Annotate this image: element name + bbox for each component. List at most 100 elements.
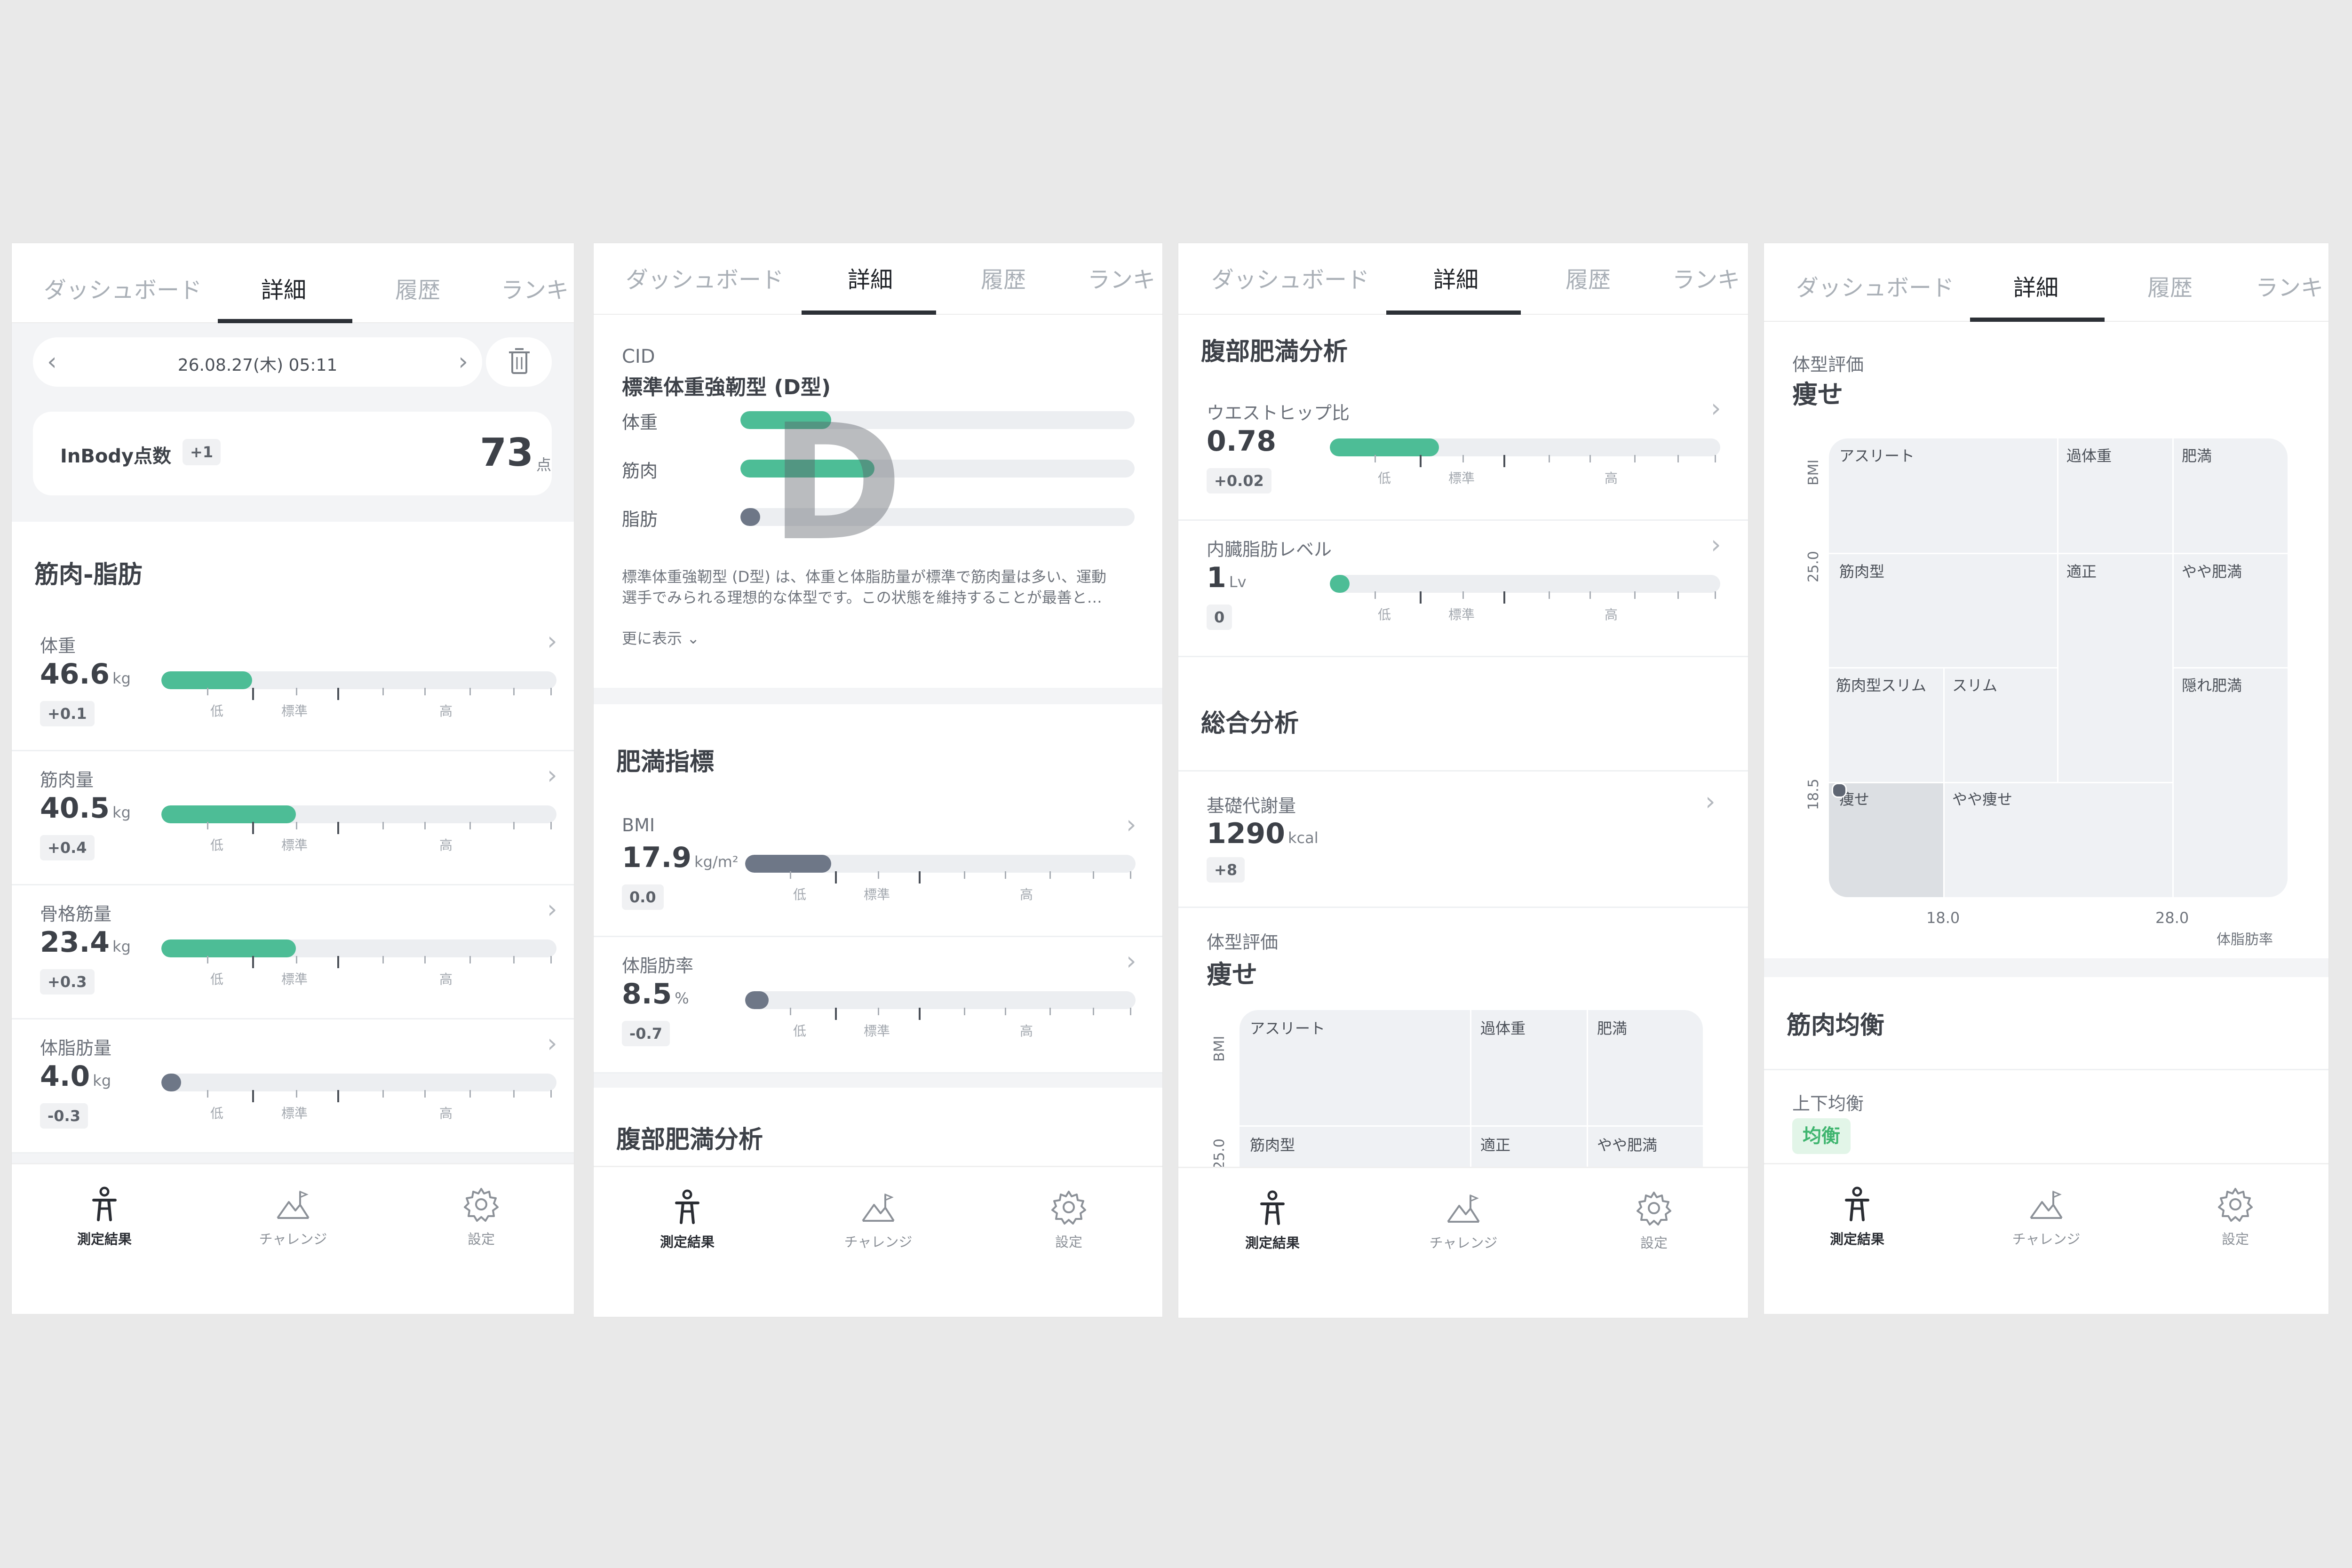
bar-tick: [1677, 591, 1679, 599]
bar-label-high: 高: [439, 703, 453, 719]
bar-tick: [1503, 455, 1505, 467]
chevron-right-icon[interactable]: ›: [547, 763, 557, 788]
cell-normal: 適正: [2066, 563, 2097, 581]
overall-section: 総合分析 基礎代謝量 › 1290 kcal +8 体型評価 痩せ アスリート 過…: [1178, 671, 1748, 1198]
show-more-link[interactable]: 更に表示 ⌄: [622, 627, 699, 648]
chevron-right-icon[interactable]: ›: [547, 629, 557, 654]
bar-tick: [1462, 591, 1464, 599]
bar-tick: [1589, 591, 1591, 599]
bar-tick: [1634, 591, 1636, 599]
bottom-nav-item-0[interactable]: 測定結果: [1787, 1183, 1928, 1248]
bottom-nav-item-0[interactable]: 測定結果: [1202, 1187, 1343, 1252]
bar-tick: [1130, 871, 1131, 879]
bottom-nav-item-2[interactable]: 設定: [998, 1186, 1139, 1251]
divider: [1178, 770, 1748, 772]
cid-label: CID: [622, 346, 655, 367]
metric-bar-fill: [161, 939, 296, 957]
tab-dashboard[interactable]: ダッシュボード: [44, 271, 202, 304]
bar-tick: [382, 1090, 384, 1098]
bar-tick: [337, 822, 339, 834]
bottom-nav-item-2[interactable]: 設定: [2165, 1183, 2306, 1248]
bar-tick: [878, 871, 879, 879]
chevron-right-icon[interactable]: ›: [1711, 532, 1721, 557]
bottom-nav-item-0[interactable]: 測定結果: [617, 1186, 758, 1251]
screen-detail-cid: CID 標準体重強靭型 (D型) 体重 筋肉 脂肪 D 標準体重強靭型 (D型) は…: [594, 243, 1162, 1317]
metric-bar-track: [1330, 575, 1720, 593]
bar-tick: [252, 1090, 254, 1102]
bar-tick: [1130, 1008, 1131, 1015]
tab-history[interactable]: 履歴: [981, 261, 1026, 294]
tab-dashboard[interactable]: ダッシュボード: [626, 261, 784, 294]
bottom-nav-label: 測定結果: [1829, 1231, 1884, 1247]
tab-ranking[interactable]: ランキ: [501, 271, 569, 304]
bar-label-low: 低: [793, 887, 807, 902]
metric-number: 4.0: [40, 1060, 90, 1093]
chevron-right-icon[interactable]: ›: [547, 1031, 557, 1056]
metric-row[interactable]: 筋肉量 › 40.5 kg +0.4 低 標準 高: [12, 751, 574, 885]
cell-muscular: 筋肉型: [1250, 1136, 1295, 1154]
bottom-nav-item-0[interactable]: 測定結果: [34, 1183, 175, 1248]
bar-label-std: 標準: [281, 703, 308, 719]
metric-row[interactable]: 体脂肪量 › 4.0 kg -0.3 低 標準 高: [12, 1019, 574, 1154]
bar-label-low: 低: [793, 1023, 807, 1039]
bar-tick: [550, 688, 552, 695]
tab-detail[interactable]: 詳細: [261, 271, 306, 304]
bottom-nav-item-1[interactable]: チャレンジ: [222, 1183, 364, 1248]
cell-slightly-obese: やや肥満: [1597, 1136, 1658, 1154]
chevron-right-icon[interactable]: ›: [1126, 812, 1136, 837]
inbody-score-card[interactable]: InBody点数 +1 73 点: [33, 412, 552, 495]
tab-dashboard[interactable]: ダッシュボード: [1211, 261, 1369, 294]
next-date-button[interactable]: ›: [458, 348, 468, 376]
metric-row[interactable]: 体重 › 46.6 kg +0.1 低 標準 高: [12, 617, 574, 751]
screen-detail-muscle-fat: ダッシュボード 詳細 履歴 ランキ ‹ 26.08.27(木) 05:11 › …: [12, 243, 574, 1314]
muscle-balance-section: 筋肉均衡 上下均衡 均衡: [1764, 977, 2328, 1165]
cell-athlete: アスリート: [1839, 447, 1915, 465]
tab-detail[interactable]: 詳細: [848, 261, 893, 294]
delete-button[interactable]: [486, 337, 552, 387]
metric-row[interactable]: 内臓脂肪レベル › 1 Lv 0 低 標準 高: [1178, 521, 1748, 657]
gear-icon: [1051, 1191, 1086, 1225]
bottom-nav-item-2[interactable]: 設定: [411, 1183, 552, 1248]
tab-ranking[interactable]: ランキ: [2256, 269, 2323, 302]
bar-tick: [1049, 871, 1051, 879]
measurement-date: 26.08.27(木) 05:11: [177, 356, 338, 375]
cell-obese: 肥満: [1597, 1019, 1628, 1037]
bottom-nav-item-2[interactable]: 設定: [1583, 1187, 1724, 1252]
bar-tick: [1589, 455, 1591, 462]
tab-history[interactable]: 履歴: [2147, 269, 2193, 302]
chevron-right-icon[interactable]: ›: [547, 897, 557, 922]
active-tab-indicator: [218, 319, 352, 323]
bar-tick: [296, 822, 297, 829]
divider: [1178, 656, 1748, 657]
bar-tick: [337, 1090, 339, 1102]
tab-detail[interactable]: 詳細: [2013, 269, 2058, 302]
tab-ranking[interactable]: ランキ: [1672, 261, 1740, 294]
metric-row[interactable]: ウエストヒップ比 › 0.78 +0.02 低 標準 高: [1178, 384, 1748, 521]
metric-row[interactable]: BMI › 17.9 kg/m² 0.0 低 標準 高: [594, 801, 1162, 937]
bottom-nav-item-1[interactable]: チャレンジ: [1393, 1187, 1534, 1252]
metric-row[interactable]: 骨格筋量 › 23.4 kg +0.3 低 標準 高: [12, 885, 574, 1019]
tab-history[interactable]: 履歴: [1565, 261, 1611, 294]
divider: [1178, 907, 1748, 908]
metric-row[interactable]: 体脂肪率 › 8.5% -0.7 低 標準 高: [594, 937, 1162, 1074]
bar-tick: [207, 956, 208, 963]
metric-delta: -0.3: [40, 1103, 88, 1129]
cell-obese: 肥満: [2182, 447, 2212, 465]
bottom-nav-item-1[interactable]: チャレンジ: [1976, 1183, 2117, 1248]
metric-bar-fill: [161, 671, 252, 689]
chevron-right-icon[interactable]: ›: [1126, 948, 1136, 974]
bar-tick: [382, 822, 384, 829]
bar-tick: [296, 688, 297, 695]
tab-dashboard[interactable]: ダッシュボード: [1796, 269, 1954, 302]
chevron-right-icon[interactable]: ›: [1705, 789, 1716, 814]
bar-tick: [469, 688, 471, 695]
chevron-right-icon[interactable]: ›: [1711, 396, 1721, 421]
bottom-nav-item-1[interactable]: チャレンジ: [808, 1186, 949, 1251]
tab-ranking[interactable]: ランキ: [1088, 261, 1155, 294]
bar-label-std: 標準: [864, 887, 890, 902]
tab-history[interactable]: 履歴: [395, 271, 440, 304]
bmi-axis-label: BMI: [1211, 1035, 1228, 1062]
screen-detail-abdominal: 腹部肥満分析 ウエストヒップ比 › 0.78 +0.02 低標準高内臓脂肪レベル › 1 Lv…: [1178, 243, 1748, 1318]
cell-athlete: アスリート: [1250, 1019, 1326, 1037]
tab-detail[interactable]: 詳細: [1433, 261, 1478, 294]
